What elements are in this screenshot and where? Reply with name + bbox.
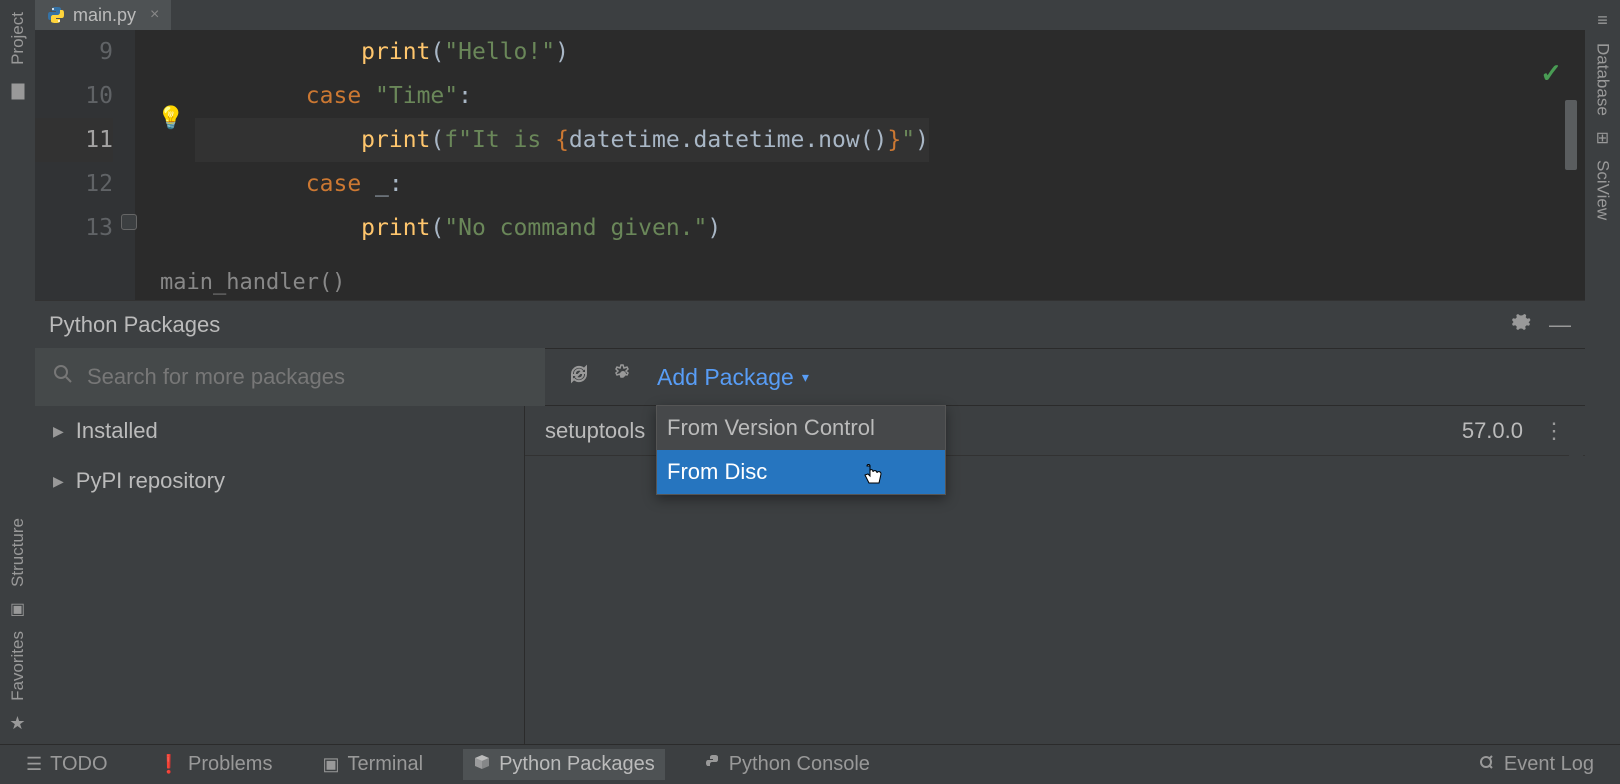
left-toolbar: Project Structure ▣ Favorites ★ (0, 0, 35, 744)
database-tool[interactable]: Database (1593, 43, 1613, 116)
token: print (361, 127, 430, 153)
python-file-icon (47, 6, 65, 24)
editor-scrollbar[interactable] (1565, 100, 1577, 170)
project-tool[interactable]: Project (8, 12, 28, 65)
token: print (361, 215, 430, 241)
refresh-icon[interactable] (569, 364, 589, 390)
code-area[interactable]: print("Hello!") case "Time": print(f"It … (195, 30, 929, 300)
bottom-packages[interactable]: Python Packages (463, 749, 665, 780)
right-toolbar: ≡ Database ⊞ SciView (1585, 0, 1620, 744)
dropdown-item-vcs[interactable]: From Version Control (657, 406, 945, 450)
packages-icon (473, 753, 491, 776)
token: " (901, 127, 915, 153)
fold-handle-icon[interactable] (121, 214, 137, 230)
line-number: 13 (35, 206, 113, 250)
panel-title: Python Packages (49, 312, 220, 338)
project-label: Project (8, 12, 28, 65)
favorites-label: Favorites (8, 631, 28, 701)
more-icon[interactable]: ⋮ (1543, 418, 1565, 444)
add-package-label: Add Package (657, 364, 794, 391)
package-name: setuptools (545, 418, 645, 444)
line-number: 11 (35, 118, 113, 162)
packages-panel-header: Python Packages — (35, 300, 1585, 348)
package-version: 57.0.0 (1462, 418, 1523, 444)
structure-label: Structure (8, 518, 28, 587)
gear-icon[interactable] (1511, 312, 1531, 338)
token: case (306, 171, 361, 197)
token: _ (375, 171, 389, 197)
todo-icon: ☰ (26, 754, 42, 775)
add-package-dropdown: From Version Control From Disc (656, 405, 946, 495)
sciview-tool[interactable]: SciView (1593, 160, 1613, 220)
structure-tool[interactable]: Structure (8, 518, 28, 587)
intention-bulb-icon[interactable]: 💡 (157, 106, 184, 131)
search-box[interactable] (35, 348, 545, 406)
bottom-terminal[interactable]: ▣ Terminal (312, 749, 433, 780)
tree-label: Installed (76, 418, 158, 444)
minimize-icon[interactable]: — (1549, 312, 1571, 338)
chevron-down-icon: ▾ (802, 369, 809, 386)
bottom-label: Python Console (729, 753, 870, 776)
line-number: 10 (35, 74, 113, 118)
dropdown-item-disc[interactable]: From Disc (657, 450, 945, 494)
problems-icon: ❗ (158, 754, 180, 775)
tree-item-installed[interactable]: ▶ Installed (35, 406, 524, 456)
packages-scrollbar[interactable] (1569, 406, 1583, 744)
folder-icon (11, 83, 24, 99)
token: "Time" (375, 83, 458, 109)
tab-close-icon[interactable]: × (150, 6, 159, 24)
settings-gear-icon[interactable] (613, 364, 633, 390)
analysis-ok-icon[interactable]: ✓ (1540, 58, 1562, 89)
sciview-label: SciView (1594, 160, 1613, 220)
eventlog-icon (1478, 753, 1496, 776)
token: "Hello!" (444, 39, 555, 65)
bottom-bar: ☰ TODO ❗ Problems ▣ Terminal Python Pack… (0, 744, 1620, 784)
token: f"It is (444, 127, 555, 153)
bottom-label: Python Packages (499, 753, 655, 776)
expand-arrow-icon: ▶ (53, 423, 64, 440)
database-label: Database (1594, 43, 1613, 116)
file-tab[interactable]: main.py × (35, 0, 171, 30)
bottom-label: Terminal (347, 753, 423, 776)
dropdown-label: From Disc (667, 459, 767, 485)
code-editor[interactable]: 9 10 11 12 13 💡 print("Hello!") case "Ti… (35, 30, 1585, 300)
bottom-eventlog[interactable]: Event Log (1468, 749, 1604, 780)
dropdown-label: From Version Control (667, 415, 875, 441)
terminal-icon: ▣ (322, 754, 339, 775)
bottom-problems[interactable]: ❗ Problems (148, 749, 283, 780)
token: datetime.datetime.now() (569, 127, 888, 153)
packages-tree: ▶ Installed ▶ PyPI repository (35, 406, 525, 744)
favorites-tool[interactable]: Favorites (8, 631, 28, 701)
expand-arrow-icon: ▶ (53, 473, 64, 490)
token: case (306, 83, 361, 109)
packages-toolbar: Add Package ▾ (35, 348, 1585, 406)
tree-label: PyPI repository (76, 468, 225, 494)
add-package-button[interactable]: Add Package ▾ (657, 364, 809, 391)
search-input[interactable] (87, 364, 545, 390)
tab-filename: main.py (73, 5, 136, 26)
gutter: 9 10 11 12 13 (35, 30, 135, 300)
indicator-column: 💡 (135, 30, 195, 300)
line-number: 12 (35, 162, 113, 206)
line-number: 9 (35, 30, 113, 74)
python-icon (705, 754, 721, 775)
token: print (361, 39, 430, 65)
search-icon (53, 364, 73, 390)
tree-item-pypi[interactable]: ▶ PyPI repository (35, 456, 524, 506)
bottom-label: Event Log (1504, 753, 1594, 776)
token: "No command given." (444, 215, 707, 241)
bottom-todo[interactable]: ☰ TODO (16, 749, 118, 780)
bottom-console[interactable]: Python Console (695, 749, 880, 780)
tab-bar: main.py × (35, 0, 1585, 30)
breadcrumb[interactable]: main_handler() (160, 270, 345, 295)
bottom-label: TODO (50, 753, 107, 776)
bottom-label: Problems (188, 753, 272, 776)
